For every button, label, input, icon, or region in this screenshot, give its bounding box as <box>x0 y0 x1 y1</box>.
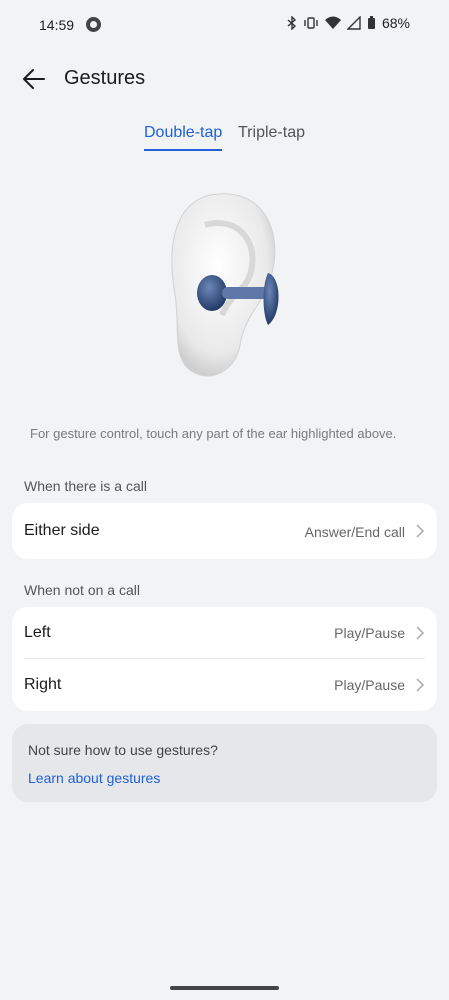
section-label-call: When there is a call <box>24 478 147 494</box>
ear-earbud-illustration <box>171 193 279 377</box>
chevron-right-icon <box>416 678 425 692</box>
battery-icon <box>367 16 375 29</box>
row-label: Right <box>24 676 62 693</box>
gesture-hint: For gesture control, touch any part of t… <box>30 426 397 441</box>
status-icons: 68% <box>287 15 410 31</box>
bluetooth-icon <box>287 16 296 30</box>
row-label: Either side <box>24 522 100 539</box>
chevron-right-icon <box>416 626 425 640</box>
status-time: 14:59 <box>39 17 75 33</box>
section-label-no-call: When not on a call <box>24 582 140 598</box>
back-button[interactable] <box>20 65 52 93</box>
row-left[interactable]: Left Play/Pause <box>12 607 437 659</box>
back-arrow-icon <box>23 69 45 89</box>
row-value: Answer/End call <box>304 524 405 540</box>
row-label: Left <box>24 624 51 641</box>
gesture-tabs: Double-tap Triple-tap <box>0 124 449 154</box>
vibrate-icon <box>304 17 318 29</box>
learn-gestures-link[interactable]: Learn about gestures <box>28 770 160 786</box>
wifi-icon <box>324 16 341 29</box>
header: Gestures <box>0 55 449 103</box>
page-title: Gestures <box>64 67 146 89</box>
row-value: Play/Pause <box>334 677 405 693</box>
row-right[interactable]: Right Play/Pause <box>12 659 437 711</box>
help-card: Not sure how to use gestures? Learn abou… <box>12 724 437 802</box>
chevron-right-icon <box>416 524 425 538</box>
status-bar: 14:59 68% <box>0 0 449 50</box>
help-question: Not sure how to use gestures? <box>28 742 218 758</box>
no-call-card: Left Play/Pause Right Play/Pause <box>12 607 437 711</box>
row-value: Play/Pause <box>334 625 405 641</box>
gesture-nav-handle[interactable] <box>170 986 279 990</box>
app-notification-icon <box>86 17 101 32</box>
call-card: Either side Answer/End call <box>12 503 437 559</box>
tab-double-tap[interactable]: Double-tap <box>144 124 223 151</box>
signal-icon <box>346 16 361 30</box>
row-either-side[interactable]: Either side Answer/End call <box>12 503 437 559</box>
tab-triple-tap[interactable]: Triple-tap <box>238 124 305 149</box>
battery-percent: 68% <box>381 15 410 31</box>
